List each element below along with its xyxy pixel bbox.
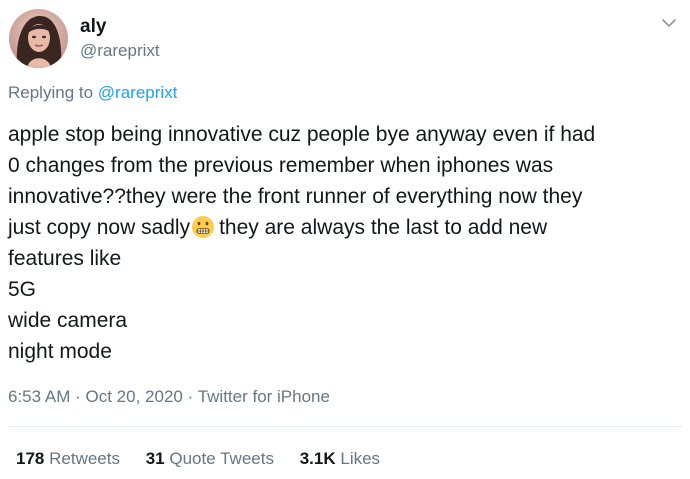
avatar[interactable] <box>9 9 68 68</box>
meta-separator: · <box>187 387 194 406</box>
likes-label: Likes <box>340 449 381 468</box>
tweet-line: wide camera <box>8 309 128 332</box>
quote-tweets-label: Quote Tweets <box>169 449 274 468</box>
tweet-line: apple stop being innovative cuz people b… <box>8 123 596 146</box>
reply-mention-link[interactable]: @rareprixt <box>98 83 178 102</box>
tweet-line: night mode <box>8 340 112 363</box>
divider <box>8 426 682 427</box>
tweet-line: innovative??they were the front runner o… <box>8 185 583 208</box>
replying-to: Replying to @rareprixt <box>8 82 177 104</box>
profile-photo-icon <box>9 9 68 68</box>
tweet-line: 0 changes from the previous remember whe… <box>8 154 554 177</box>
retweets-label: Retweets <box>49 449 120 468</box>
tweet-stats: 178 Retweets 31 Quote Tweets 3.1K Likes <box>16 448 401 470</box>
tweet-line-part: they are always the last to add new <box>219 216 548 239</box>
quote-tweets-stat[interactable]: 31 Quote Tweets <box>146 448 274 470</box>
user-handle[interactable]: @rareprixt <box>80 40 160 62</box>
tweet-line: 5G <box>8 278 37 301</box>
likes-count: 3.1K <box>299 449 336 468</box>
tweet-card: aly @rareprixt Replying to @rareprixt ap… <box>0 0 690 479</box>
tweet-date-link[interactable]: Oct 20, 2020 <box>86 387 183 406</box>
grimacing-face-icon <box>191 215 215 239</box>
tweet-line-part: just copy now sadly <box>8 216 191 239</box>
meta-separator: · <box>75 387 81 406</box>
quote-tweets-count: 31 <box>145 449 165 468</box>
replying-to-label: Replying to <box>8 83 94 102</box>
tweet-meta: 6:53 AM · Oct 20, 2020 · Twitter for iPh… <box>8 386 330 408</box>
likes-stat[interactable]: 3.1K Likes <box>300 448 380 470</box>
tweet-text: apple stop being innovative cuz people b… <box>8 119 680 367</box>
retweets-count: 178 <box>16 449 45 468</box>
tweet-line: features like <box>8 247 122 270</box>
chevron-down-icon[interactable] <box>660 14 678 32</box>
display-name[interactable]: aly <box>80 16 106 38</box>
tweet-time-link[interactable]: 6:53 AM <box>8 387 70 406</box>
tweet-line-with-emoji: just copy now sadly they are always the … <box>8 212 680 243</box>
tweet-source-link[interactable]: Twitter for iPhone <box>198 387 330 406</box>
retweets-stat[interactable]: 178 Retweets <box>16 448 120 470</box>
